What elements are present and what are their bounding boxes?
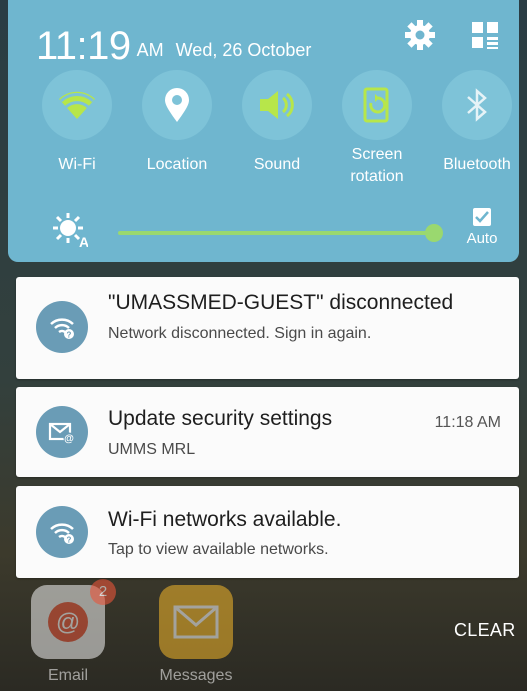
brightness-slider-thumb[interactable]	[425, 224, 443, 242]
edit-tiles-grid-icon[interactable]	[468, 18, 502, 52]
status-header: 11:19 AM Wed, 26 October	[36, 14, 311, 66]
svg-text:@: @	[56, 609, 80, 636]
clock-time: 11:19	[36, 24, 131, 68]
brightness-auto-icon: A	[52, 212, 89, 253]
svg-text:?: ?	[67, 331, 72, 340]
tile-bluetooth[interactable]: Bluetooth	[432, 70, 522, 176]
notification-wifi-available[interactable]: ? Wi-Fi networks available. Tap to view …	[16, 486, 519, 578]
svg-text:?: ?	[67, 536, 72, 545]
tile-label: Wi-Fi	[58, 156, 96, 173]
sound-icon	[242, 70, 312, 140]
tile-screen-rotation[interactable]: Screen rotation	[332, 70, 422, 188]
screen-rotation-icon	[342, 70, 412, 140]
app-label: Email	[47, 667, 88, 684]
notification-title: Update security settings	[108, 407, 333, 430]
tile-wifi[interactable]: Wi-Fi	[32, 70, 122, 176]
tile-sound[interactable]: Sound	[232, 70, 322, 176]
notification-text: Tap to view available networks.	[108, 541, 329, 558]
clear-button[interactable]: CLEAR	[454, 620, 516, 641]
notification-wifi-disconnected[interactable]: ? "UMASSMED-GUEST" disconnected Network …	[16, 277, 519, 379]
messages-app-icon	[159, 585, 233, 659]
svg-text:A: A	[79, 234, 88, 248]
date-label: Wed, 26 October	[175, 40, 312, 60]
brightness-control: A Auto	[52, 208, 512, 253]
location-icon	[142, 70, 212, 140]
tile-label: Sound	[253, 156, 301, 173]
tile-location[interactable]: Location	[132, 70, 222, 176]
notification-text: Network disconnected. Sign in again.	[108, 325, 372, 342]
settings-gear-icon[interactable]	[403, 18, 437, 52]
home-app-email[interactable]: @ 2 Email	[28, 579, 116, 685]
notification-text: UMMS MRL	[108, 441, 196, 458]
notification-title: Wi-Fi networks available.	[108, 508, 342, 531]
brightness-slider-track[interactable]	[118, 231, 434, 235]
tile-label: Bluetooth	[443, 156, 511, 173]
notification-title: "UMASSMED-GUEST" disconnected	[108, 291, 454, 314]
clock-ampm: AM	[136, 40, 164, 60]
email-security-icon: @	[36, 406, 88, 458]
wifi-question-icon: ?	[36, 506, 88, 558]
tile-label: Location	[146, 156, 208, 173]
app-label: Messages	[159, 667, 233, 684]
bluetooth-icon	[442, 70, 512, 140]
wifi-question-icon: ?	[36, 301, 88, 353]
notification-security-settings[interactable]: @ Update security settings UMMS MRL 11:1…	[16, 387, 519, 477]
quick-settings-panel: 11:19 AM Wed, 26 October Wi-Fi Location …	[8, 0, 519, 262]
wifi-icon	[42, 70, 112, 140]
svg-text:@: @	[64, 434, 74, 445]
tile-label: Screen rotation	[350, 146, 404, 185]
home-app-messages[interactable]: Messages	[156, 585, 236, 685]
auto-label: Auto	[466, 230, 498, 247]
brightness-auto-toggle[interactable]: Auto	[460, 208, 504, 247]
email-badge: 2	[90, 579, 116, 605]
auto-checkbox-icon	[473, 208, 491, 226]
notification-time: 11:18 AM	[434, 414, 501, 431]
